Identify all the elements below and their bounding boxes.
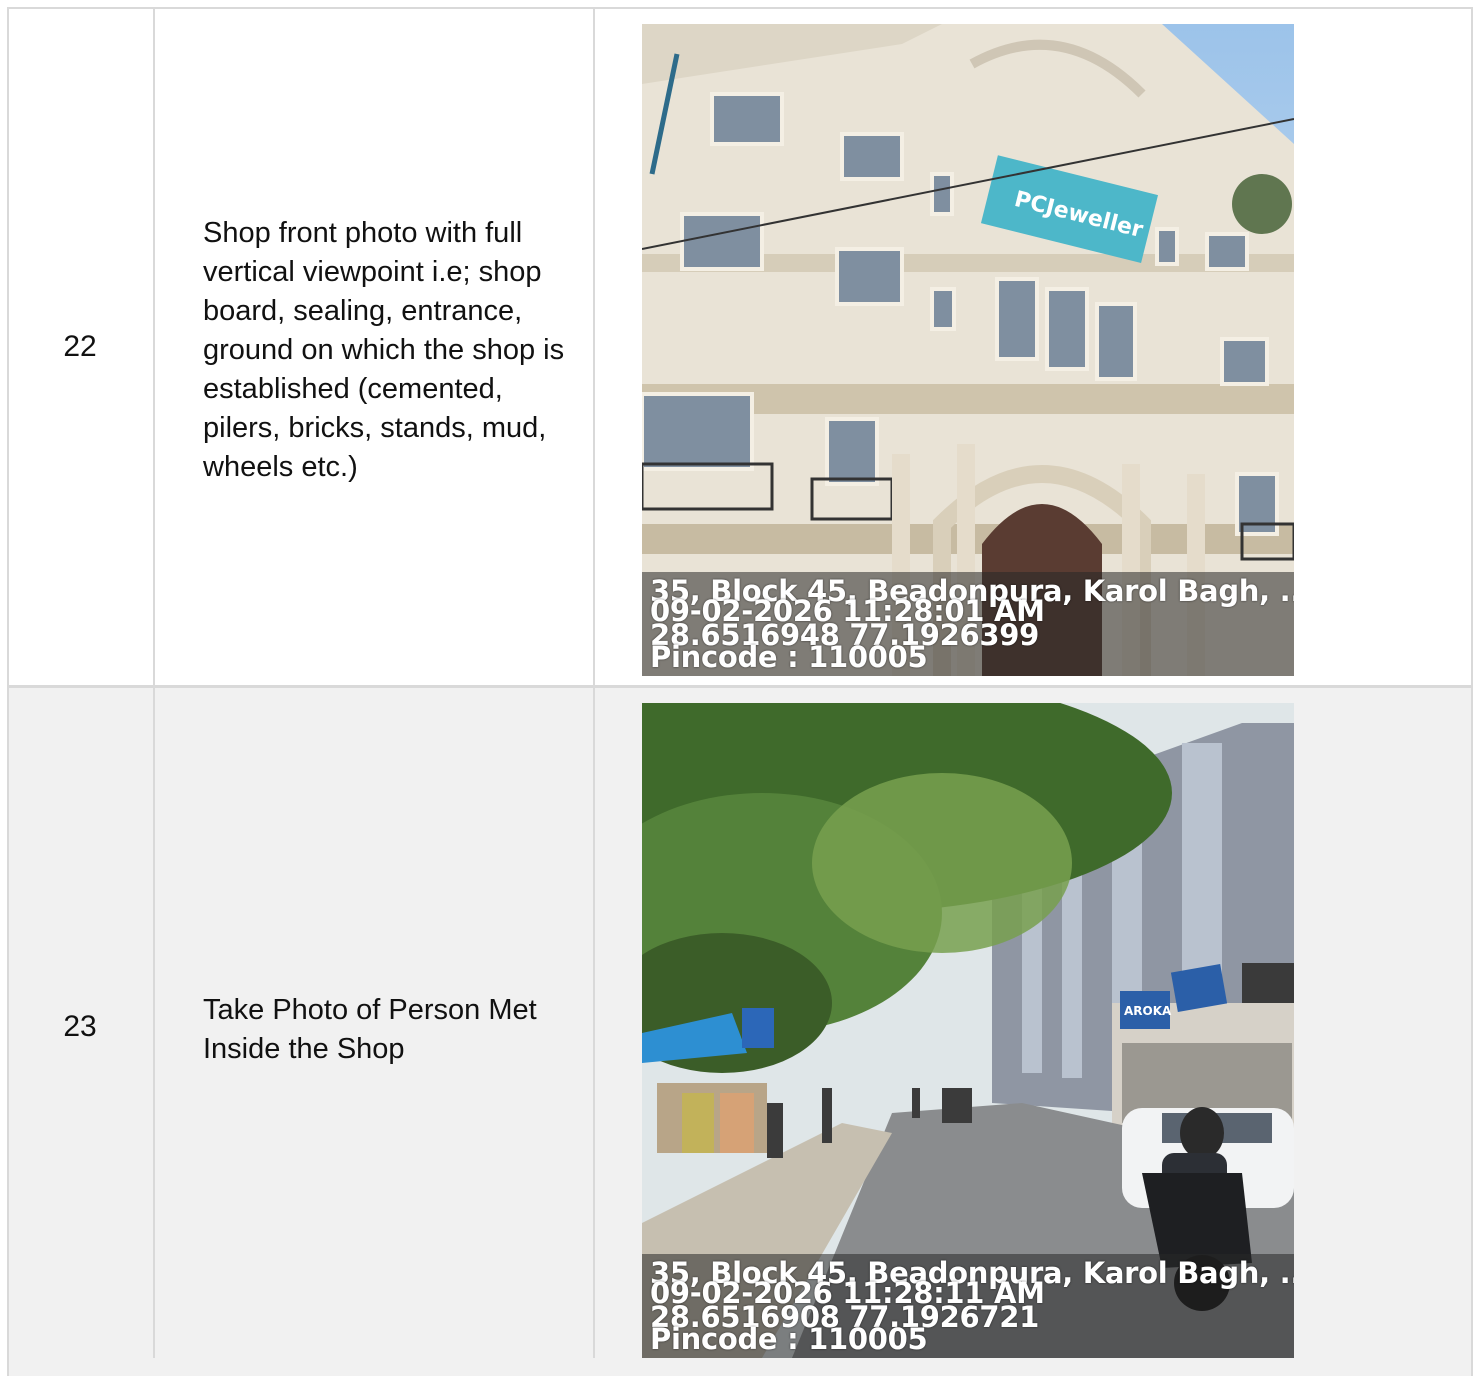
stamp-pincode: Pincode : 110005 <box>650 1322 927 1356</box>
row-description: Take Photo of Person Met Inside the Shop <box>203 991 583 1069</box>
row-number: 22 <box>7 330 153 364</box>
stamp-pincode: Pincode : 110005 <box>650 640 927 674</box>
row-description: Shop front photo with full vertical view… <box>203 214 583 487</box>
photo-stamp: 35, Block 45, Beadonpura, Karol Bagh, ..… <box>642 1254 1294 1358</box>
person-met-photo: AROKA 35, Block 45, Beadonpura, Karol Ba… <box>642 703 1294 1358</box>
shop-sign: AROKA <box>1124 1004 1172 1018</box>
row-number: 23 <box>7 1010 153 1044</box>
column-divider <box>153 7 155 1358</box>
column-divider <box>593 7 595 1358</box>
photo-stamp: 35, Block 45, Beadonpura, Karol Bagh, ..… <box>642 572 1294 676</box>
shop-front-photo: PCJeweller 35, Block 45, Beadonpura, Kar… <box>642 24 1294 676</box>
